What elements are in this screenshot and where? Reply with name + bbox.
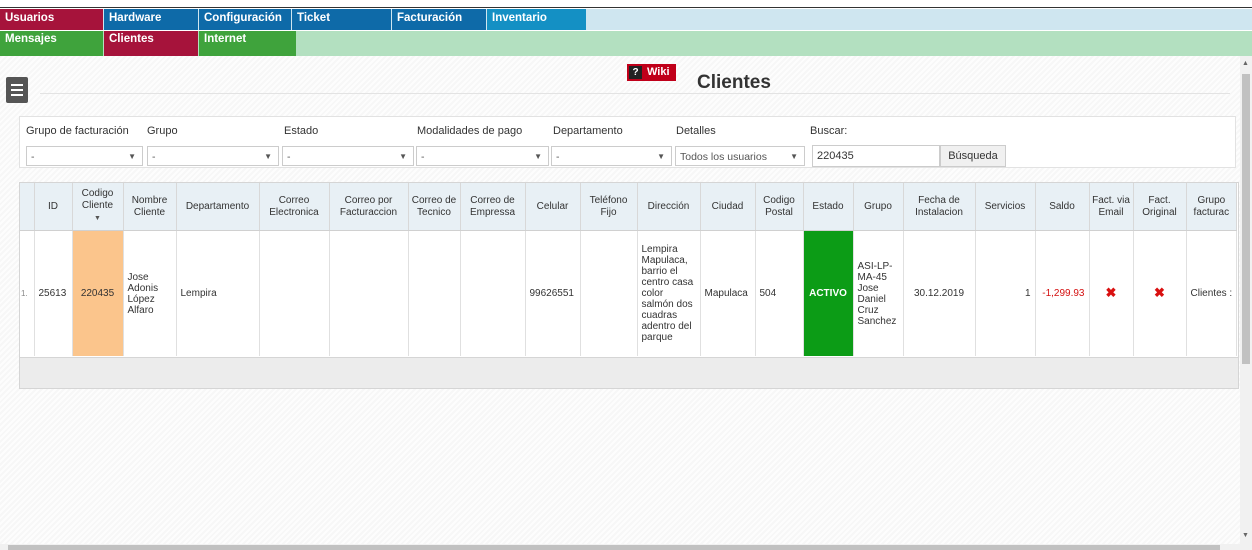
modalidades-select[interactable]: - ▼ bbox=[416, 146, 549, 166]
main-menu-row: Usuarios Hardware Configuración Ticket F… bbox=[0, 9, 1252, 30]
filter-label-departamento: Departamento bbox=[553, 125, 623, 137]
col-header-nombre-cliente[interactable]: Nombre Cliente bbox=[123, 183, 177, 231]
cell-departamento: Lempira bbox=[176, 230, 260, 356]
menu-hardware[interactable]: Hardware bbox=[104, 9, 198, 30]
menu-inventario[interactable]: Inventario bbox=[487, 9, 586, 30]
cell-correo-empresa bbox=[460, 230, 526, 356]
cross-icon: ✖ bbox=[1154, 285, 1165, 300]
col-header-correo-tecnico[interactable]: Correo de Tecnico bbox=[408, 183, 461, 231]
col-header-saldo[interactable]: Saldo bbox=[1035, 183, 1090, 231]
cell-servicios: 1 bbox=[975, 230, 1036, 356]
chevron-down-icon: ▼ bbox=[264, 152, 272, 161]
cell-index: 1. bbox=[20, 230, 35, 356]
col-header-departamento[interactable]: Departamento bbox=[176, 183, 260, 231]
chevron-down-icon: ▼ bbox=[790, 152, 798, 161]
cell-grupo: ASI-LP-MA-45 Jose Daniel Cruz Sanchez bbox=[853, 230, 904, 356]
scrollbar-thumb[interactable] bbox=[8, 545, 1220, 550]
col-header-correo-facturacion[interactable]: Correo por Facturaccion bbox=[329, 183, 409, 231]
grupo-select[interactable]: - ▼ bbox=[147, 146, 279, 166]
cell-fact-email: ✖ bbox=[1089, 230, 1134, 356]
filter-panel: Grupo de facturación Grupo Estado Modali… bbox=[19, 116, 1236, 168]
content-area: ? Wiki Clientes Grupo de facturación Gru… bbox=[0, 56, 1240, 544]
hamburger-menu-icon[interactable] bbox=[6, 77, 28, 103]
chevron-down-icon: ▼ bbox=[534, 152, 542, 161]
col-header-telefono[interactable]: Teléfono Fijo bbox=[580, 183, 638, 231]
horizontal-scrollbar[interactable] bbox=[0, 544, 1240, 550]
menu-configuracion[interactable]: Configuración bbox=[199, 9, 291, 30]
sub-menu-row: Mensajes Clientes Internet bbox=[0, 31, 1252, 56]
status-badge: ACTIVO bbox=[803, 230, 854, 356]
cell-codigo: 220435 bbox=[72, 230, 124, 356]
menu-mensajes[interactable]: Mensajes bbox=[0, 31, 103, 56]
cell-saldo: -1,299.93 bbox=[1035, 230, 1090, 356]
scroll-up-icon[interactable]: ▲ bbox=[1242, 60, 1249, 67]
grupo-facturacion-select[interactable]: - ▼ bbox=[26, 146, 143, 166]
cross-icon: ✖ bbox=[1105, 285, 1117, 300]
chevron-down-icon: ▼ bbox=[399, 152, 407, 161]
col-header-fact-email[interactable]: Fact. via Email bbox=[1089, 183, 1134, 231]
col-header-correo-empresa[interactable]: Correo de Empressa bbox=[460, 183, 526, 231]
chevron-down-icon: ▼ bbox=[128, 152, 136, 161]
col-header-index bbox=[20, 183, 35, 231]
search-input[interactable] bbox=[812, 145, 940, 167]
cell-direccion: Lempira Mapulaca, barrio el centro casa … bbox=[637, 230, 701, 356]
wiki-button[interactable]: ? Wiki bbox=[627, 64, 676, 81]
filter-label-modalidades: Modalidades de pago bbox=[417, 125, 523, 137]
table-header-row: ID Codigo Cliente ▼ Nombre Cliente Depart… bbox=[20, 183, 1238, 231]
col-header-fecha[interactable]: Fecha de Instalacion bbox=[903, 183, 976, 231]
menu-internet[interactable]: Internet bbox=[199, 31, 296, 56]
detalles-select[interactable]: Todos los usuarios ▼ bbox=[675, 146, 805, 166]
menu-usuarios[interactable]: Usuarios bbox=[0, 9, 103, 30]
col-header-grupo-facturacion[interactable]: Grupo facturac bbox=[1186, 183, 1238, 231]
menu-facturacion[interactable]: Facturación bbox=[392, 9, 486, 30]
departamento-select[interactable]: - ▼ bbox=[551, 146, 672, 166]
sort-desc-icon: ▼ bbox=[94, 215, 101, 222]
cell-celular: 99626551 bbox=[525, 230, 581, 356]
page-title: Clientes bbox=[697, 72, 771, 93]
vertical-scrollbar[interactable]: ▲ ▼ bbox=[1240, 56, 1252, 550]
scrollbar-thumb[interactable] bbox=[1242, 74, 1250, 364]
col-header-ciudad[interactable]: Ciudad bbox=[700, 183, 756, 231]
col-header-codigo-postal[interactable]: Codigo Postal bbox=[755, 183, 804, 231]
cell-grupo-facturacion: Clientes : bbox=[1186, 230, 1238, 356]
scroll-down-icon[interactable]: ▼ bbox=[1242, 532, 1249, 539]
col-header-servicios[interactable]: Servicios bbox=[975, 183, 1036, 231]
menu-ticket[interactable]: Ticket bbox=[292, 9, 391, 30]
col-header-celular[interactable]: Celular bbox=[525, 183, 581, 231]
filter-label-estado: Estado bbox=[284, 125, 319, 137]
cell-fecha: 30.12.2019 bbox=[903, 230, 976, 356]
cell-id: 25613 bbox=[34, 230, 73, 356]
cell-nombre: Jose Adonis López Alfaro bbox=[123, 230, 177, 356]
cell-telefono bbox=[580, 230, 638, 356]
table-footer bbox=[20, 357, 1238, 388]
filter-label-detalles: Detalles bbox=[676, 125, 716, 137]
col-header-correo-electronica[interactable]: Correo Electronica bbox=[259, 183, 330, 231]
search-button[interactable]: Búsqueda bbox=[940, 145, 1006, 167]
clients-table-container: ID Codigo Cliente ▼ Nombre Cliente Depart… bbox=[19, 182, 1239, 389]
clients-table: ID Codigo Cliente ▼ Nombre Cliente Depart… bbox=[20, 183, 1238, 356]
menu-clientes[interactable]: Clientes bbox=[104, 31, 198, 56]
window-top-border bbox=[0, 0, 1252, 8]
col-header-fact-original[interactable]: Fact. Original bbox=[1133, 183, 1187, 231]
col-header-direccion[interactable]: Dirección bbox=[637, 183, 701, 231]
cell-correo-tecnico bbox=[408, 230, 461, 356]
col-header-estado[interactable]: Estado bbox=[803, 183, 854, 231]
title-divider bbox=[40, 93, 1230, 94]
cell-ciudad: Mapulaca bbox=[700, 230, 756, 356]
col-header-id[interactable]: ID bbox=[34, 183, 73, 231]
col-header-grupo[interactable]: Grupo bbox=[853, 183, 904, 231]
chevron-down-icon: ▼ bbox=[657, 152, 665, 161]
cell-postal: 504 bbox=[755, 230, 804, 356]
cell-correo-electronica bbox=[259, 230, 330, 356]
filter-label-grupo-facturacion: Grupo de facturación bbox=[26, 125, 129, 137]
cell-correo-facturacion bbox=[329, 230, 409, 356]
filter-label-grupo: Grupo bbox=[147, 125, 178, 137]
table-row[interactable]: 1. 25613 220435 Jose Adonis López Alfaro… bbox=[20, 230, 1238, 356]
cell-fact-original: ✖ bbox=[1133, 230, 1187, 356]
wiki-label: Wiki bbox=[647, 66, 670, 78]
estado-select[interactable]: - ▼ bbox=[282, 146, 414, 166]
col-header-codigo-cliente[interactable]: Codigo Cliente ▼ bbox=[72, 183, 124, 231]
filter-label-buscar: Buscar: bbox=[810, 125, 848, 137]
help-icon: ? bbox=[629, 66, 642, 79]
